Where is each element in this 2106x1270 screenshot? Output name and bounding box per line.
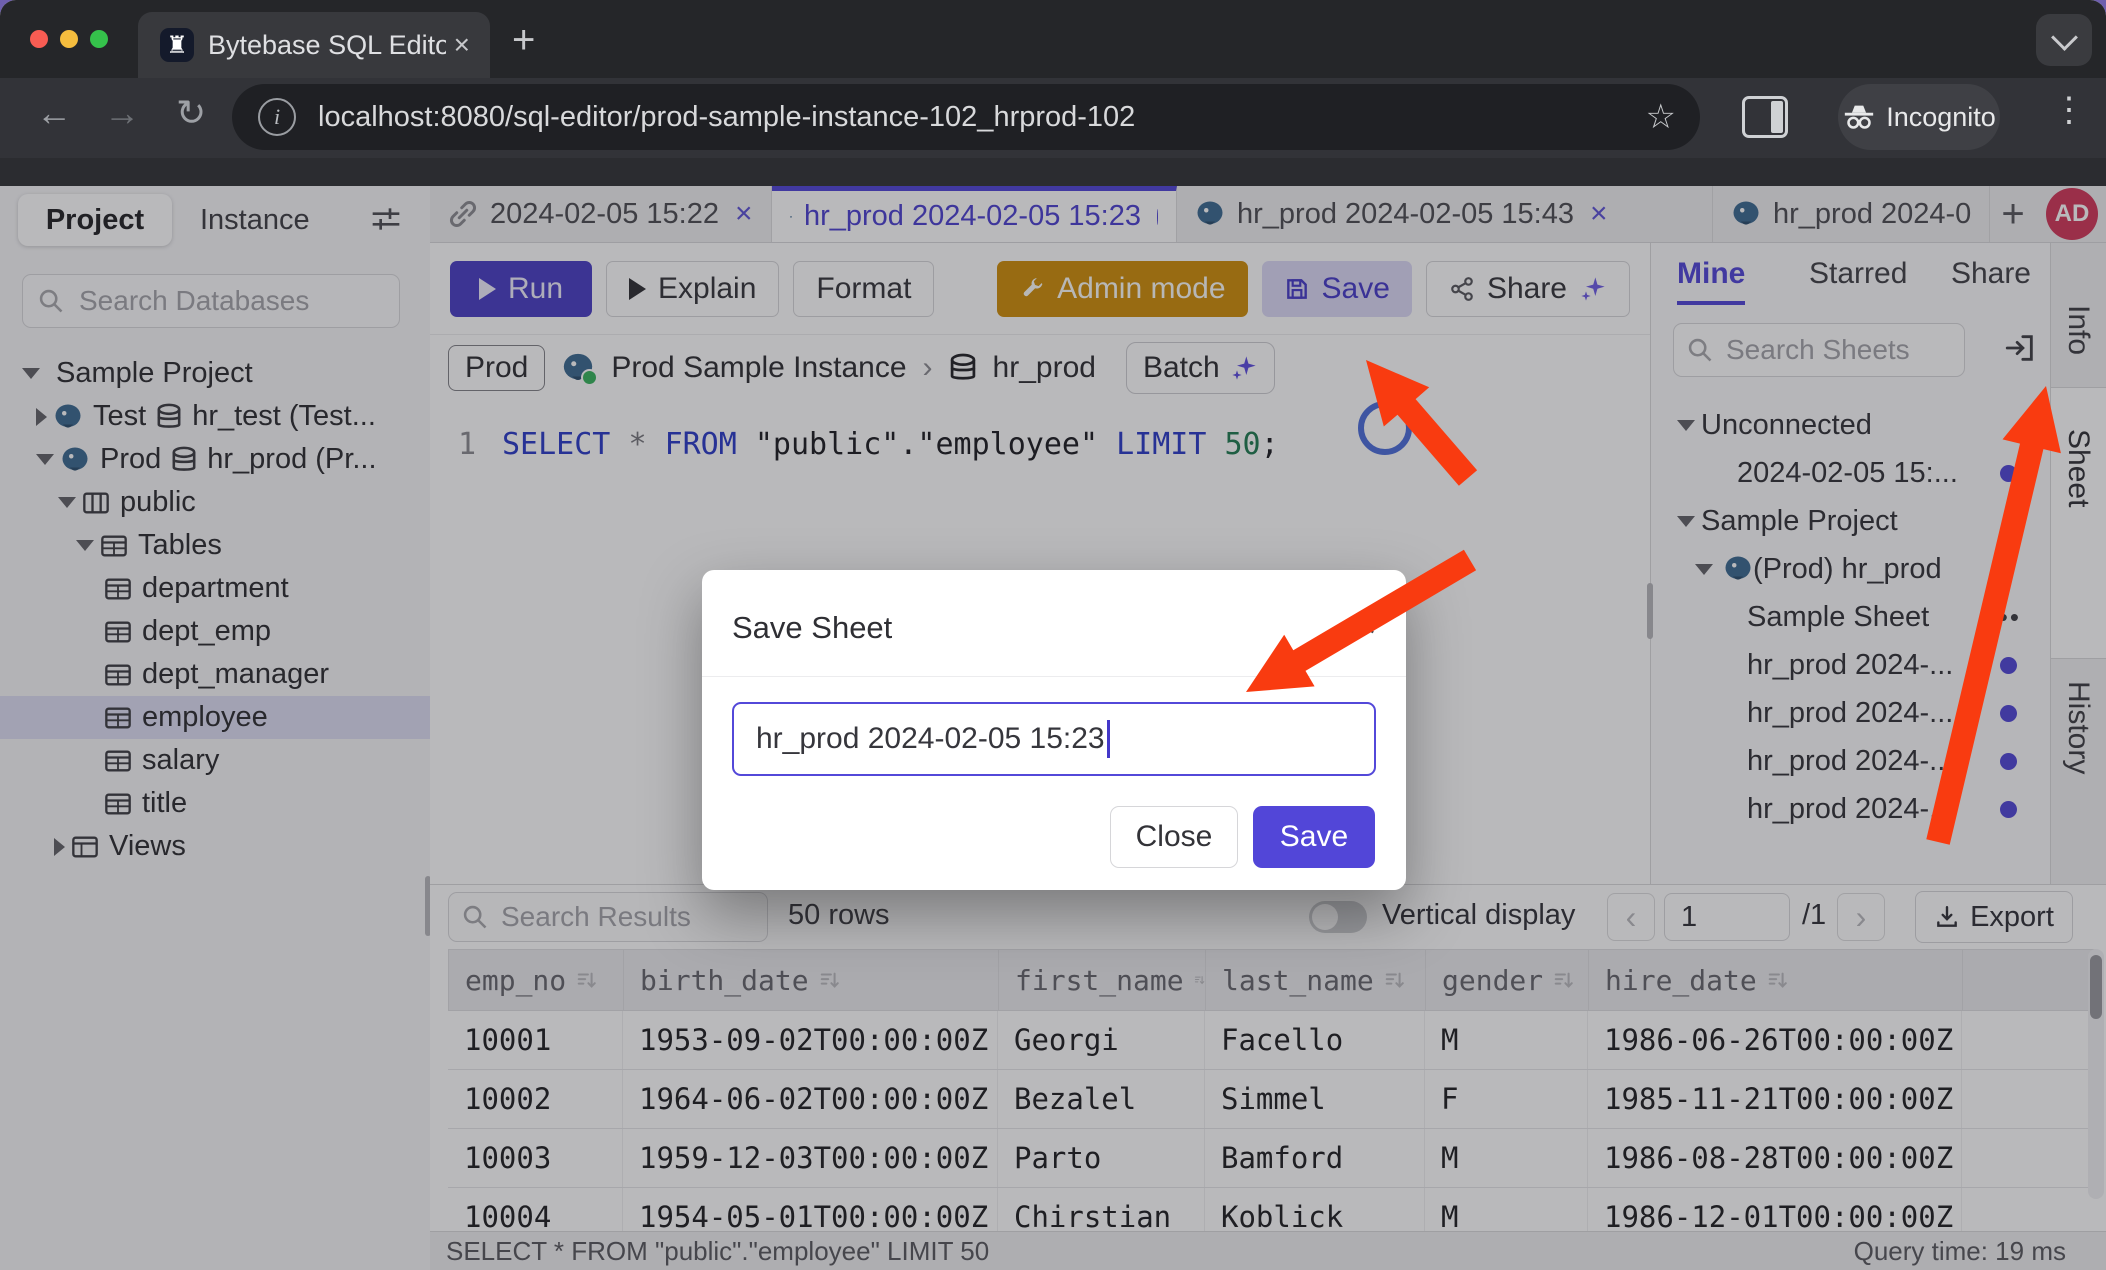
text-caret <box>1107 720 1110 758</box>
save-sheet-dialog: Save Sheet × hr_prod 2024-02-05 15:23 Cl… <box>702 570 1406 890</box>
forward-button[interactable]: → <box>104 92 140 134</box>
window-minimize-button[interactable] <box>60 30 78 48</box>
browser-tab-title: Bytebase SQL Editor <box>208 30 446 61</box>
incognito-icon <box>1842 102 1876 132</box>
chevron-down-icon <box>2051 24 2078 51</box>
dialog-close-button[interactable]: Close <box>1110 806 1238 868</box>
side-panel-icon[interactable] <box>1742 96 1788 138</box>
browser-menu-icon[interactable]: ⋮ <box>2052 90 2086 130</box>
browser-window: ♜ Bytebase SQL Editor × + ← → ↻ i localh… <box>0 0 2106 1270</box>
reload-button[interactable]: ↻ <box>176 92 206 134</box>
browser-tabstrip: ♜ Bytebase SQL Editor × + <box>0 0 2106 78</box>
window-close-button[interactable] <box>30 30 48 48</box>
site-info-icon[interactable]: i <box>258 98 296 136</box>
new-tab-button[interactable]: + <box>512 22 535 58</box>
window-zoom-button[interactable] <box>90 30 108 48</box>
screen: ♜ Bytebase SQL Editor × + ← → ↻ i localh… <box>0 0 2106 1270</box>
divider <box>702 676 1406 677</box>
address-bar[interactable]: i localhost:8080/sql-editor/prod-sample-… <box>232 84 1700 150</box>
back-button[interactable]: ← <box>36 92 72 134</box>
dialog-save-button[interactable]: Save <box>1253 806 1375 868</box>
browser-toolbar: ← → ↻ i localhost:8080/sql-editor/prod-s… <box>0 78 2106 158</box>
browser-tab-close-icon[interactable]: × <box>454 29 470 61</box>
tab-search-button[interactable] <box>2036 14 2092 66</box>
bookmark-star-icon[interactable]: ☆ <box>1646 97 1676 137</box>
browser-tab[interactable]: ♜ Bytebase SQL Editor × <box>138 12 490 78</box>
incognito-badge: Incognito <box>1838 84 2000 150</box>
chrome-band <box>0 158 2106 186</box>
incognito-label: Incognito <box>1886 102 1996 133</box>
sheet-name-input[interactable]: hr_prod 2024-02-05 15:23 <box>732 702 1376 776</box>
dialog-title: Save Sheet <box>732 610 892 646</box>
dialog-close-icon[interactable]: × <box>1357 608 1376 645</box>
url-text[interactable]: localhost:8080/sql-editor/prod-sample-in… <box>318 101 1646 134</box>
bytebase-favicon-icon: ♜ <box>160 28 194 62</box>
